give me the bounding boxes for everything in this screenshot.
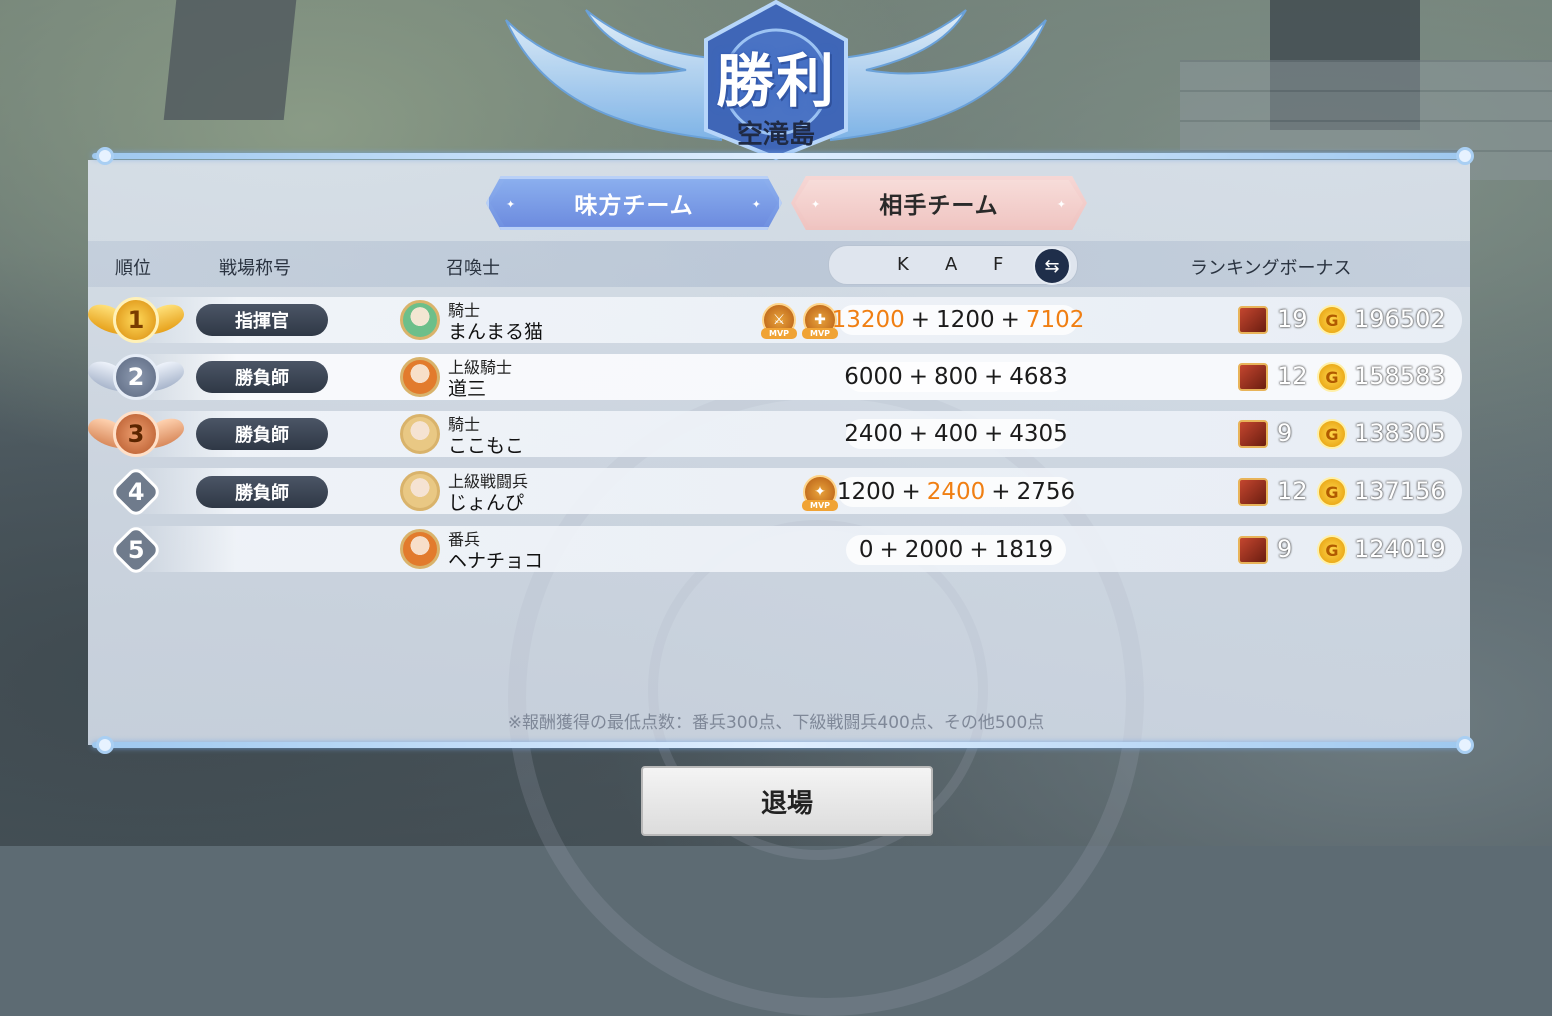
chest-count: 12 xyxy=(1277,477,1308,505)
kill-score: 1200 xyxy=(836,479,896,505)
battle-title-badge: 勝負師 xyxy=(196,476,328,508)
border-ornament-icon xyxy=(1456,147,1474,165)
result-title: 勝利 xyxy=(715,47,836,115)
plus-sign: + xyxy=(901,479,921,505)
gold-coin-icon: G xyxy=(1317,362,1347,392)
summoner-avatar[interactable] xyxy=(400,300,440,340)
gold-amount: 137156 xyxy=(1354,477,1446,505)
header-battle-title: 戦場称号 xyxy=(219,258,291,279)
plus-sign: + xyxy=(991,479,1011,505)
fortress-score: 1819 xyxy=(994,537,1054,563)
kill-score: 6000 xyxy=(844,364,903,390)
assist-score: 400 xyxy=(934,421,978,447)
border-ornament-icon xyxy=(96,147,114,165)
gold-amount: 158583 xyxy=(1354,362,1446,390)
assist-score: 2000 xyxy=(904,537,964,563)
reward-footnote: ※報酬獲得の最低点数：番兵300点、下級戦闘兵400点、その他500点 xyxy=(507,713,1045,733)
map-name: 空滝島 xyxy=(736,120,815,150)
summoner-avatar[interactable] xyxy=(400,471,440,511)
kill-score: 0 xyxy=(858,537,874,563)
plus-sign: + xyxy=(910,307,931,333)
plus-sign: + xyxy=(1000,307,1020,333)
chest-count: 9 xyxy=(1277,535,1293,563)
sparkle-icon: ✦ xyxy=(506,198,517,211)
tab-ally-label: 味方チーム xyxy=(574,193,694,219)
plus-sign: + xyxy=(969,537,989,563)
battle-title-badge: 勝負師 xyxy=(196,361,328,393)
chest-icon xyxy=(1238,363,1268,391)
header-a: A xyxy=(945,254,958,275)
kaf-score: 13200 + 1200 + 7102 xyxy=(832,305,1084,335)
gold-coin-icon: G xyxy=(1317,535,1347,565)
plus-sign: + xyxy=(879,537,899,563)
chest-icon xyxy=(1238,536,1268,564)
kaf-score: 6000 + 800 + 4683 xyxy=(844,362,1068,392)
panel-top-border xyxy=(92,153,1468,159)
chest-count: 12 xyxy=(1277,362,1308,390)
summoner-name: まんまる猫 xyxy=(448,321,544,343)
summoner-avatar[interactable] xyxy=(400,357,440,397)
chest-count: 19 xyxy=(1277,305,1308,333)
battle-title-badge: 勝負師 xyxy=(196,418,328,450)
header-rank: 順位 xyxy=(115,258,151,279)
gold-amount: 124019 xyxy=(1354,535,1446,563)
gold-amount: 138305 xyxy=(1354,419,1446,447)
summoner-avatar[interactable] xyxy=(400,414,440,454)
assist-score: 800 xyxy=(934,364,978,390)
header-summoner: 召喚士 xyxy=(446,258,500,279)
kaf-score: 2400 + 400 + 4305 xyxy=(844,419,1068,449)
sparkle-icon: ✦ xyxy=(751,198,762,211)
chest-count: 9 xyxy=(1277,419,1293,447)
swap-icon[interactable]: ⇆ xyxy=(1033,247,1071,285)
plus-sign: + xyxy=(908,364,929,390)
plus-sign: + xyxy=(983,421,1004,447)
gold-coin-icon: G xyxy=(1317,477,1347,507)
summoner-name: 道三 xyxy=(448,378,487,400)
kaf-score: 0 + 2000 + 1819 xyxy=(846,535,1066,565)
tab-enemy-label: 相手チーム xyxy=(879,193,999,219)
fortress-score: 4683 xyxy=(1009,364,1068,390)
rank-badge: 1 xyxy=(113,297,159,343)
kill-score: 13200 xyxy=(831,307,905,333)
gold-amount: 196502 xyxy=(1354,305,1446,333)
plus-sign: + xyxy=(908,421,929,447)
chest-icon xyxy=(1238,306,1268,334)
rank-number: 4 xyxy=(127,477,145,506)
battle-title-badge: 指揮官 xyxy=(196,304,328,336)
summoner-name: ここもこ xyxy=(448,435,525,457)
chest-icon xyxy=(1238,420,1268,448)
sparkle-icon: ✦ xyxy=(1056,198,1067,211)
plus-sign: + xyxy=(983,364,1004,390)
gold-coin-icon: G xyxy=(1317,305,1347,335)
border-ornament-icon xyxy=(1456,736,1474,754)
mvp-label: MVP xyxy=(761,328,797,339)
mvp-label: MVP xyxy=(802,500,838,511)
panel-bottom-border xyxy=(92,742,1468,748)
fortress-score: 7102 xyxy=(1025,307,1085,333)
fortress-score: 4305 xyxy=(1009,421,1068,447)
summoner-avatar[interactable] xyxy=(400,529,440,569)
rank-badge: 2 xyxy=(113,354,159,400)
chest-icon xyxy=(1238,478,1268,506)
kill-score: 2400 xyxy=(844,421,903,447)
header-ranking-bonus: ランキングボーナス xyxy=(1190,258,1352,279)
fortress-score: 2756 xyxy=(1016,479,1076,505)
assist-score: 1200 xyxy=(936,307,995,333)
summoner-name: ヘナチョコ xyxy=(448,550,544,572)
header-f: F xyxy=(993,254,1004,275)
kaf-score: 1200 + 2400 + 2756 xyxy=(836,477,1076,507)
assist-score: 2400 xyxy=(926,479,986,505)
rank-badge: 3 xyxy=(113,411,159,457)
header-k: K xyxy=(897,254,909,275)
border-ornament-icon xyxy=(96,736,114,754)
exit-button[interactable]: 退場 xyxy=(641,766,933,836)
summoner-name: じょんぴ xyxy=(448,492,525,514)
tab-enemy-team[interactable]: ✦ 相手チーム ✦ xyxy=(791,176,1087,230)
rank-number: 5 xyxy=(127,535,145,564)
sparkle-icon: ✦ xyxy=(811,198,822,211)
gold-coin-icon: G xyxy=(1317,419,1347,449)
tab-ally-team[interactable]: ✦ 味方チーム ✦ xyxy=(486,176,782,230)
